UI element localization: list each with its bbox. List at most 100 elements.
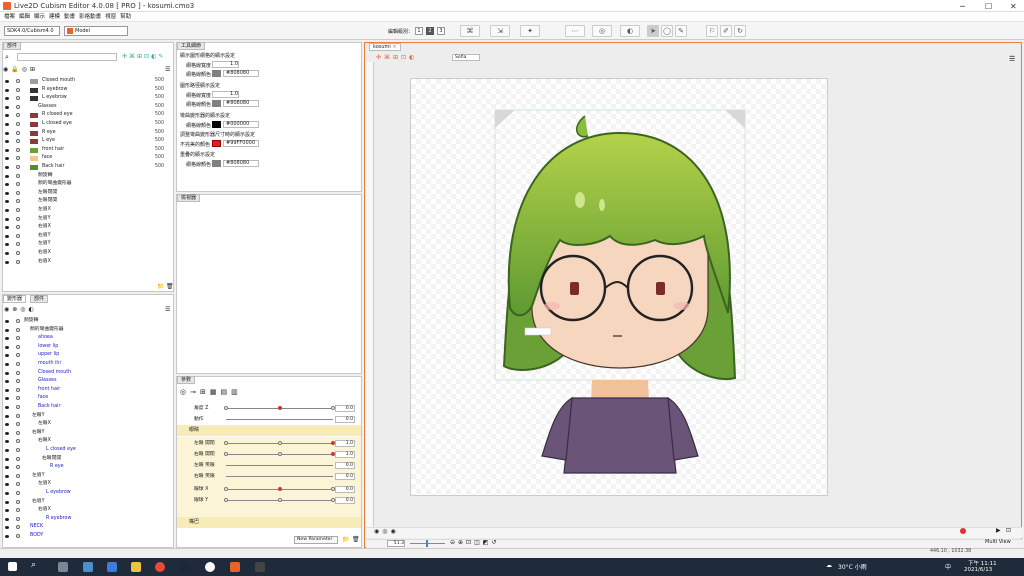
glue-tool-button[interactable]: ◐ xyxy=(620,25,640,37)
task-view-icon[interactable] xyxy=(58,562,68,572)
lock-icon[interactable] xyxy=(16,508,20,513)
lock-icon[interactable] xyxy=(16,499,20,504)
list-item[interactable]: 左眉X xyxy=(2,206,172,215)
terminal-icon[interactable] xyxy=(255,562,265,572)
lock-icon[interactable] xyxy=(16,379,20,384)
lock-icon[interactable] xyxy=(16,130,20,135)
steam-icon[interactable] xyxy=(180,562,190,572)
zoom-input[interactable]: 51.3 xyxy=(387,540,405,547)
table-row[interactable]: 左眼Y xyxy=(2,412,172,421)
play-icon[interactable]: ▶ xyxy=(996,527,1001,534)
table-row[interactable]: L closed eye xyxy=(2,446,172,455)
lock-icon[interactable] xyxy=(16,430,20,435)
lock-icon[interactable] xyxy=(16,190,20,195)
grid-tool-button[interactable]: ⋯ xyxy=(565,25,585,37)
parameter-row[interactable]: 眼球 Y 0.0 xyxy=(178,495,361,506)
table-row[interactable]: 右眼閉開 xyxy=(2,455,172,464)
folder-icon[interactable]: 📁 xyxy=(157,283,164,290)
keyform-point[interactable] xyxy=(277,498,282,502)
parameter-slider[interactable] xyxy=(226,465,333,466)
maximize-button[interactable]: ☐ xyxy=(985,2,992,11)
brush-tool-button[interactable]: ✎ xyxy=(675,25,687,37)
eye-icon[interactable] xyxy=(5,440,9,444)
keyform-point[interactable] xyxy=(224,498,228,502)
eye-icon[interactable] xyxy=(5,226,9,230)
lock-icon[interactable] xyxy=(16,122,20,126)
edge-icon[interactable] xyxy=(83,562,93,572)
eye-icon[interactable] xyxy=(5,166,9,169)
deformer-toolbar-icons[interactable]: ◉⊗◎◐ xyxy=(4,306,37,313)
table-row[interactable]: Closed mouth xyxy=(2,369,172,378)
path-color-swatch[interactable] xyxy=(212,100,221,107)
parameter-row[interactable]: 角度 Z 0.0 xyxy=(178,403,361,414)
list-item[interactable]: face 500 xyxy=(2,154,172,163)
parts-filter-icons[interactable]: ✣⌘⊞⊡◐✎ xyxy=(122,53,165,60)
menu-modeling[interactable]: 建模 xyxy=(49,14,60,20)
menu-help[interactable]: 幫助 xyxy=(120,14,131,20)
parameter-slider[interactable] xyxy=(226,476,333,477)
weather-text[interactable]: 30°C 小雨 xyxy=(838,562,867,571)
lock-icon[interactable] xyxy=(16,327,20,332)
mouth-group-header[interactable]: 嘴巴 xyxy=(177,517,361,528)
eye-icon[interactable] xyxy=(5,157,9,161)
table-row[interactable]: ahoea xyxy=(2,334,172,343)
eye-icon[interactable] xyxy=(5,388,9,392)
eye-icon[interactable] xyxy=(5,414,9,418)
table-row[interactable]: R eye xyxy=(2,463,172,472)
table-row[interactable]: 左眉X xyxy=(2,480,172,489)
menu-animation[interactable]: 動畫 xyxy=(64,14,75,20)
eye-icon[interactable] xyxy=(5,191,9,195)
list-item[interactable]: 左眼閉開 xyxy=(2,189,172,198)
eye-icon[interactable] xyxy=(5,80,9,83)
eye-icon[interactable] xyxy=(5,380,9,384)
eye-icon[interactable] xyxy=(5,345,9,349)
eye-icon[interactable] xyxy=(5,431,9,435)
table-row[interactable]: 左眼X xyxy=(2,420,172,429)
eye-icon[interactable] xyxy=(5,474,9,478)
lock-icon[interactable] xyxy=(16,96,20,101)
start-icon[interactable] xyxy=(8,562,17,571)
eye-icon[interactable] xyxy=(5,371,9,375)
lock-icon[interactable] xyxy=(16,413,20,418)
eye-icon[interactable] xyxy=(5,320,9,323)
eye-icon[interactable] xyxy=(5,509,9,513)
eye-icon[interactable] xyxy=(5,123,9,126)
lock-icon[interactable] xyxy=(16,448,20,452)
eye-icon[interactable] xyxy=(5,88,9,92)
lock-icon[interactable] xyxy=(16,439,20,444)
lock-icon[interactable] xyxy=(16,147,20,152)
overlap-line-color-input[interactable]: #808080 xyxy=(223,160,259,167)
parameter-row[interactable]: 眼球 X 0.0 xyxy=(178,484,361,495)
multi-view-select[interactable]: Multi View xyxy=(985,539,1011,545)
lock-icon[interactable] xyxy=(16,362,20,366)
mode-select[interactable]: Model xyxy=(64,26,128,36)
lock-icon[interactable] xyxy=(16,353,20,358)
mesh-line-color-input[interactable]: #808080 xyxy=(223,70,259,77)
edit-level-2[interactable]: 2 xyxy=(426,27,434,35)
eye-icon[interactable] xyxy=(5,535,9,538)
lock-icon[interactable] xyxy=(16,156,20,161)
sdk-version-select[interactable]: SDK4.0/Cubism4.0 xyxy=(4,26,60,36)
eye-icon[interactable] xyxy=(5,483,9,487)
table-row[interactable]: NECK xyxy=(2,523,172,532)
keyform-point[interactable] xyxy=(224,441,228,445)
overlap-color-swatch[interactable] xyxy=(212,160,221,167)
deformer-tool-button[interactable]: ⇲ xyxy=(490,25,510,37)
lock-icon[interactable] xyxy=(16,113,20,118)
lock-icon[interactable] xyxy=(16,233,20,238)
list-item[interactable]: 左眉Y xyxy=(2,240,172,249)
eyedrop-tool-button[interactable]: ⚐ xyxy=(706,25,718,37)
parameter-row[interactable]: 右眼 笑眼 0.0 xyxy=(178,471,361,482)
lock-icon[interactable] xyxy=(16,534,20,538)
parameter-value-input[interactable]: 0.0 xyxy=(335,462,355,469)
minimize-button[interactable]: ─ xyxy=(960,2,965,11)
menu-file[interactable]: 檔案 xyxy=(4,14,15,20)
lock-icon[interactable] xyxy=(16,456,20,461)
table-row[interactable]: 顏的彎曲變形器 xyxy=(2,326,172,335)
keyform-point[interactable] xyxy=(277,441,282,445)
lock-icon[interactable] xyxy=(16,216,20,221)
lock-icon[interactable] xyxy=(16,387,20,392)
parameter-row[interactable]: 右眼 開閉 1.0 xyxy=(178,449,361,460)
cubism-taskbar-icon[interactable] xyxy=(230,562,240,572)
pen-tool-button[interactable]: ✐ xyxy=(720,25,732,37)
